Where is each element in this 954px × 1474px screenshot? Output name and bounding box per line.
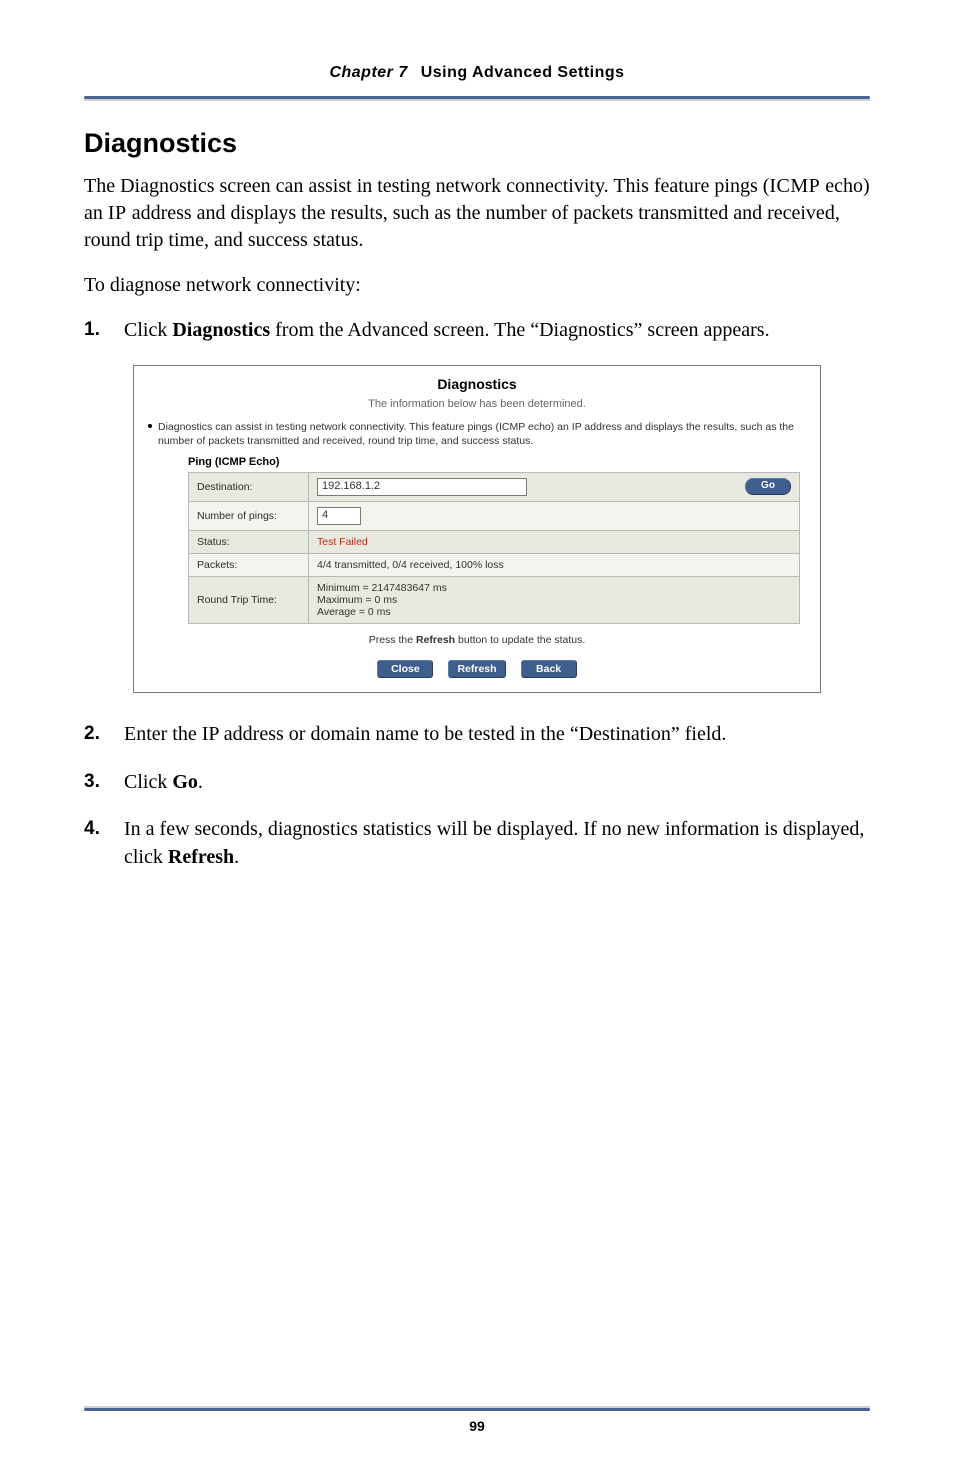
step-1: 1. Click Diagnostics from the Advanced s… [84,317,870,345]
intro-paragraph: The Diagnostics screen can assist in tes… [84,173,870,254]
packets-label: Packets: [189,553,309,576]
text: address or domain name to be tested in t… [219,723,727,745]
pings-label: Number of pings: [189,501,309,530]
refresh-button[interactable]: Refresh [448,660,505,678]
table-row: Number of pings: 4 [189,501,800,530]
close-button[interactable]: Close [377,660,433,678]
dialog-note-text: Diagnostics can assist in testing networ… [158,420,806,448]
rtt-max: Maximum = 0 ms [317,594,397,606]
text: from the Advanced screen. The “Diagnosti… [270,319,769,341]
smallcaps-ip: IP [202,723,219,745]
text: Press the [369,634,416,646]
status-label: Status: [189,530,309,553]
table-row: Destination: 192.168.1.2 Go [189,472,800,501]
step-2: 2. Enter the IP address or domain name t… [84,721,870,749]
pings-input[interactable]: 4 [317,507,361,525]
text: Enter the [124,723,202,745]
table-row: Status: Test Failed [189,530,800,553]
lead-in: To diagnose network connectivity: [84,272,870,299]
rtt-min: Minimum = 2147483647 ms [317,582,447,594]
rtt-label: Round Trip Time: [189,576,309,623]
ping-section-label: Ping (ICMP Echo) [188,456,810,468]
dialog-subtitle: The information below has been determine… [144,398,810,410]
table-row: Round Trip Time: Minimum = 2147483647 ms… [189,576,800,623]
running-header: Chapter 7 Using Advanced Settings [84,64,870,100]
text: Click [124,319,172,341]
footer-rule [84,1406,870,1410]
dialog-help-text: Press the Refresh button to update the s… [144,634,810,646]
rtt-avg: Average = 0 ms [317,606,391,618]
destination-input[interactable]: 192.168.1.2 [317,478,527,496]
step-number: 2. [84,721,108,749]
dialog-note: Diagnostics can assist in testing networ… [148,420,806,448]
table-row: Packets: 4/4 transmitted, 0/4 received, … [189,553,800,576]
packets-value: 4/4 transmitted, 0/4 received, 100% loss [309,553,800,576]
text: button to update the status. [455,634,585,646]
step-number: 1. [84,317,108,345]
step-number: 3. [84,769,108,797]
text: . [198,771,203,793]
status-value: Test Failed [317,536,368,548]
step-4: 4. In a few seconds, diagnostics statist… [84,816,870,871]
bold-text: Go [172,771,198,793]
bold-text: Refresh [168,846,234,868]
embedded-screenshot: Diagnostics The information below has be… [84,365,870,693]
rtt-value: Minimum = 2147483647 ms Maximum = 0 ms A… [309,576,800,623]
header-rule [84,96,870,100]
text: The Diagnostics screen can assist in tes… [84,175,769,197]
bullet-icon [148,424,152,428]
text: address and displays the results, such a… [84,202,840,251]
bold-text: Refresh [416,634,455,646]
text: Click [124,771,172,793]
chapter-label: Chapter 7 [329,64,407,81]
step-3: 3. Click Go. [84,769,870,797]
diagnostics-dialog: Diagnostics The information below has be… [133,365,821,693]
step-number: 4. [84,816,108,871]
page-number: 99 [0,1418,954,1434]
chapter-title: Using Advanced Settings [421,64,625,81]
text: . [234,846,239,868]
back-button[interactable]: Back [521,660,577,678]
diagnostics-table: Destination: 192.168.1.2 Go Number of pi… [188,472,800,624]
destination-label: Destination: [189,472,309,501]
section-heading: Diagnostics [84,128,870,159]
smallcaps-ip: IP [108,202,127,224]
go-button[interactable]: Go [745,478,791,495]
dialog-title: Diagnostics [144,376,810,392]
dialog-button-row: Close Refresh Back [144,660,810,678]
bold-text: Diagnostics [172,319,270,341]
smallcaps-icmp: ICMP [769,175,820,197]
